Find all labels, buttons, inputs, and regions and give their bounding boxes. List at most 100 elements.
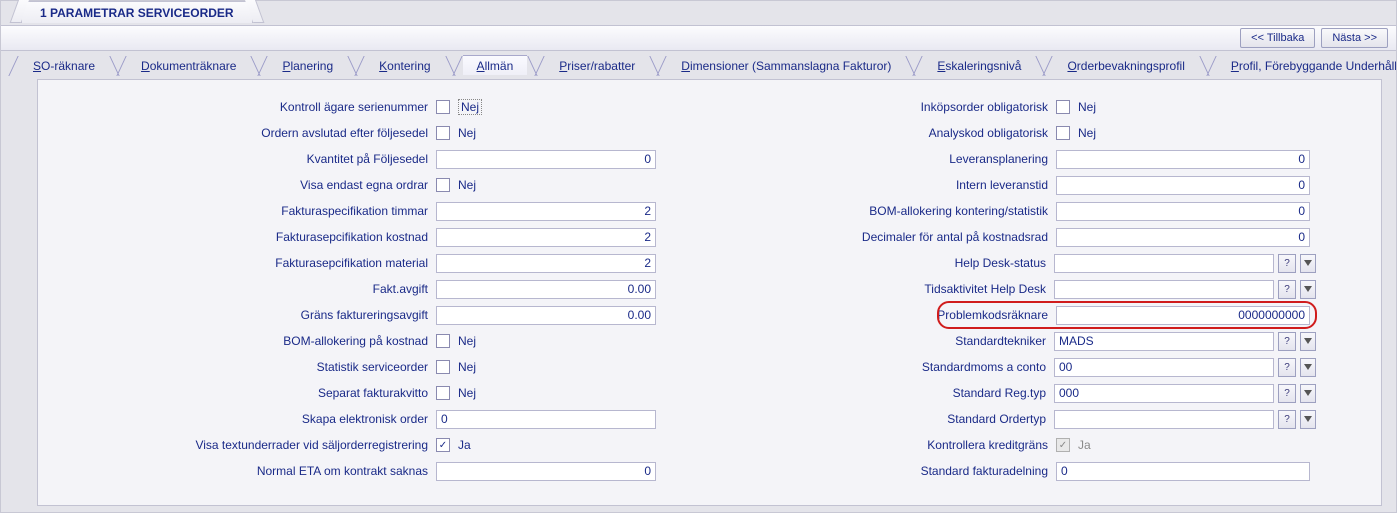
lookup-button[interactable]: ? (1278, 384, 1296, 403)
checkbox-label: Nej (458, 334, 476, 348)
app-window: 1 PARAMETRAR SERVICEORDER << Tillbaka Nä… (0, 0, 1397, 513)
lookup-button[interactable]: ? (1278, 254, 1296, 273)
window-tab-strip: 1 PARAMETRAR SERVICEORDER (1, 1, 1396, 25)
inner-tab-strip: SO-räknare Dokumenträknare Planering Konter… (1, 55, 1396, 77)
left-column: Kontroll ägare serienummer Nej Ordern av… (56, 94, 676, 484)
input-stdreg[interactable] (1054, 384, 1274, 403)
checkbox-label: Nej (458, 386, 476, 400)
window-title: 1 PARAMETRAR SERVICEORDER (40, 6, 234, 20)
label: Separat fakturakvitto (56, 386, 436, 400)
label: Intern leveranstid (756, 178, 1056, 192)
dropdown-button[interactable] (1300, 358, 1316, 377)
checkbox-order-avslutad[interactable] (436, 126, 450, 140)
input-decimaler[interactable] (1056, 228, 1310, 247)
label: Standard Ordertyp (756, 412, 1054, 426)
checkbox-label: Ja (1078, 438, 1091, 452)
checkbox-label: Ja (458, 438, 471, 452)
tab-priser-rabatter[interactable]: Priser/rabatter (545, 56, 649, 76)
checkbox-label: Nej (1078, 126, 1096, 140)
dropdown-button[interactable] (1300, 280, 1316, 299)
back-button[interactable]: << Tillbaka (1240, 28, 1315, 48)
input-grans[interactable] (436, 306, 656, 325)
label: Visa endast egna ordrar (56, 178, 436, 192)
checkbox-analys[interactable] (1056, 126, 1070, 140)
lookup-button[interactable]: ? (1278, 358, 1296, 377)
label: Gräns faktureringsavgift (56, 308, 436, 322)
label: Fakturasepcifikation material (56, 256, 436, 270)
right-column: Inköpsorder obligatorisk Nej Analyskod o… (756, 94, 1316, 484)
input-normal-eta[interactable] (436, 462, 656, 481)
lookup-button[interactable]: ? (1278, 280, 1296, 299)
next-button[interactable]: Nästa >> (1321, 28, 1388, 48)
checkbox-statistik[interactable] (436, 360, 450, 374)
content-frame: Kontroll ägare serienummer Nej Ordern av… (37, 79, 1382, 506)
checkbox-label: Nej (458, 126, 476, 140)
checkbox-kontroll[interactable] (436, 100, 450, 114)
tab-orderbevakningsprofil[interactable]: Orderbevakningsprofil (1053, 56, 1198, 76)
input-stdtekniker[interactable] (1054, 332, 1274, 351)
dropdown-button[interactable] (1300, 254, 1316, 273)
label: Ordern avslutad efter följesedel (56, 126, 436, 140)
label: Problemkodsräknare (756, 308, 1056, 322)
input-kvantitet[interactable] (436, 150, 656, 169)
lookup-button[interactable]: ? (1278, 410, 1296, 429)
input-skapa-elek[interactable] (436, 410, 656, 429)
input-faktspec-timmar[interactable] (436, 202, 656, 221)
tab-kontering[interactable]: Kontering (365, 56, 444, 76)
tab-dimensioner-sammanslagna-fakturor-[interactable]: Dimensioner (Sammanslagna Fakturor) (667, 56, 905, 76)
label: Tidsaktivitet Help Desk (756, 282, 1054, 296)
label: BOM-allokering kontering/statistik (756, 204, 1056, 218)
input-stdorder[interactable] (1054, 410, 1274, 429)
tab-so-r-knare[interactable]: SO-räknare (19, 56, 109, 76)
lookup-button[interactable]: ? (1278, 332, 1296, 351)
label: Fakturaspecifikation timmar (56, 204, 436, 218)
input-stdfakt[interactable] (1056, 462, 1310, 481)
checkbox-visa-endast[interactable] (436, 178, 450, 192)
label: Standard fakturadelning (756, 464, 1056, 478)
input-tids[interactable] (1054, 280, 1274, 299)
label: Standardmoms a conto (756, 360, 1054, 374)
checkbox-label: Nej (458, 99, 482, 115)
checkbox-label: Nej (458, 178, 476, 192)
checkbox-inkop[interactable] (1056, 100, 1070, 114)
label: Skapa elektronisk order (56, 412, 436, 426)
input-helpdesk[interactable] (1054, 254, 1274, 273)
checkbox-kredit: ✓ (1056, 438, 1070, 452)
checkbox-separat[interactable] (436, 386, 450, 400)
label: Standardtekniker (756, 334, 1054, 348)
label: Visa textunderrader vid säljorderregistr… (56, 438, 436, 452)
label: Standard Reg.typ (756, 386, 1054, 400)
checkbox-bom-kostnad[interactable] (436, 334, 450, 348)
input-faktspec-kostnad[interactable] (436, 228, 656, 247)
input-faktspec-material[interactable] (436, 254, 656, 273)
label: Kontrollera kreditgräns (756, 438, 1056, 452)
tab-allm-n[interactable]: Allmän (463, 55, 528, 75)
label: Leveransplanering (756, 152, 1056, 166)
input-problemkodsraknare[interactable] (1056, 306, 1310, 325)
input-intern[interactable] (1056, 176, 1310, 195)
input-leverans[interactable] (1056, 150, 1310, 169)
label: Kontroll ägare serienummer (56, 100, 436, 114)
tab-planering[interactable]: Planering (268, 56, 347, 76)
dropdown-button[interactable] (1300, 384, 1316, 403)
input-stdmoms[interactable] (1054, 358, 1274, 377)
label: Kvantitet på Följesedel (56, 152, 436, 166)
window-tab[interactable]: 1 PARAMETRAR SERVICEORDER (21, 1, 253, 23)
toolbar: << Tillbaka Nästa >> (1, 25, 1396, 51)
checkbox-label: Nej (458, 360, 476, 374)
input-fakt-avgift[interactable] (436, 280, 656, 299)
dropdown-button[interactable] (1300, 410, 1316, 429)
label: Normal ETA om kontrakt saknas (56, 464, 436, 478)
dropdown-button[interactable] (1300, 332, 1316, 351)
label: Decimaler för antal på kostnadsrad (756, 230, 1056, 244)
tab-profil-f-rebyggande-underh-ll[interactable]: Profil, Förebyggande Underhåll (1217, 56, 1396, 76)
label: Statistik serviceorder (56, 360, 436, 374)
input-bom-stat[interactable] (1056, 202, 1310, 221)
label: BOM-allokering på kostnad (56, 334, 436, 348)
checkbox-visa-text[interactable]: ✓ (436, 438, 450, 452)
tab-dokumentr-knare[interactable]: Dokumenträknare (127, 56, 250, 76)
tab-eskaleringsniv-[interactable]: Eskaleringsnivå (923, 56, 1035, 76)
label: Fakturasepcifikation kostnad (56, 230, 436, 244)
label: Inköpsorder obligatorisk (756, 100, 1056, 114)
label: Analyskod obligatorisk (756, 126, 1056, 140)
